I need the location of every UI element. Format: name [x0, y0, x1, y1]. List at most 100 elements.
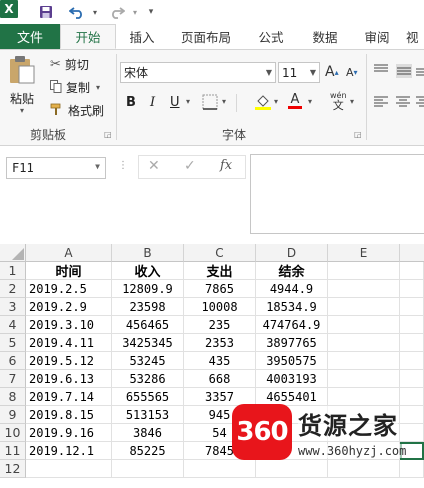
data-cell[interactable]: 2019.7.14 — [26, 388, 112, 406]
row-header-4[interactable]: 4 — [0, 316, 26, 334]
undo-icon[interactable] — [66, 3, 88, 21]
data-cell[interactable]: 2019.5.12 — [26, 352, 112, 370]
column-header-a[interactable]: A — [26, 244, 112, 262]
data-cell[interactable]: 53245 — [112, 352, 184, 370]
row-header-5[interactable]: 5 — [0, 334, 26, 352]
data-cell[interactable]: 235 — [184, 316, 256, 334]
font-size-select[interactable]: 11 ▼ — [278, 62, 320, 83]
data-cell[interactable]: 10008 — [184, 298, 256, 316]
data-cell[interactable]: 7865 — [184, 280, 256, 298]
data-cell[interactable]: 2019.12.1 — [26, 442, 112, 460]
phonetic-guide-icon[interactable]: wén 文 — [330, 92, 347, 112]
header-cell[interactable]: 结余 — [256, 262, 328, 280]
formula-input[interactable] — [250, 154, 424, 234]
save-icon[interactable] — [36, 3, 56, 21]
borders-dropdown-icon[interactable]: ▾ — [222, 97, 226, 106]
copy-dropdown-icon[interactable]: ▾ — [96, 83, 100, 92]
underline-dropdown-icon[interactable]: ▾ — [186, 97, 190, 106]
data-cell[interactable]: 2019.4.11 — [26, 334, 112, 352]
paste-icon[interactable] — [8, 56, 42, 84]
cell[interactable] — [26, 460, 112, 478]
data-cell[interactable]: 2019.3.10 — [26, 316, 112, 334]
cell[interactable] — [112, 460, 184, 478]
data-cell[interactable]: 2019.2.5 — [26, 280, 112, 298]
cell[interactable] — [328, 334, 400, 352]
cell[interactable] — [328, 316, 400, 334]
header-cell[interactable]: 收入 — [112, 262, 184, 280]
column-header-d[interactable]: D — [256, 244, 328, 262]
format-painter-button[interactable]: 格式刷 — [50, 102, 104, 119]
font-color-icon[interactable]: A — [288, 93, 302, 109]
data-cell[interactable]: 3897765 — [256, 334, 328, 352]
borders-icon[interactable] — [202, 94, 218, 110]
cell[interactable] — [400, 262, 424, 280]
redo-icon[interactable] — [106, 3, 128, 21]
cell[interactable] — [400, 370, 424, 388]
data-cell[interactable]: 668 — [184, 370, 256, 388]
header-cell[interactable]: 支出 — [184, 262, 256, 280]
cell[interactable] — [328, 298, 400, 316]
data-cell[interactable]: 513153 — [112, 406, 184, 424]
data-cell[interactable]: 53286 — [112, 370, 184, 388]
column-header-b[interactable]: B — [112, 244, 184, 262]
data-cell[interactable]: 2019.8.15 — [26, 406, 112, 424]
italic-button[interactable]: I — [150, 95, 155, 110]
row-header-11[interactable]: 11 — [0, 442, 26, 460]
fill-color-icon[interactable] — [254, 93, 272, 111]
tab-review[interactable]: 审阅 — [354, 24, 400, 49]
increase-font-size-icon[interactable]: A ▴ — [325, 64, 339, 80]
align-middle-icon[interactable] — [396, 64, 412, 78]
select-all-corner[interactable] — [0, 244, 26, 262]
align-left-icon[interactable] — [374, 96, 388, 108]
data-cell[interactable]: 3846 — [112, 424, 184, 442]
tab-file[interactable]: 文件 — [0, 24, 60, 49]
name-box[interactable]: F11 ▼ — [6, 157, 106, 179]
row-header-6[interactable]: 6 — [0, 352, 26, 370]
data-cell[interactable]: 2019.9.16 — [26, 424, 112, 442]
row-header-12[interactable]: 12 — [0, 460, 26, 478]
data-cell[interactable]: 2353 — [184, 334, 256, 352]
cell[interactable] — [328, 262, 400, 280]
cell[interactable] — [328, 280, 400, 298]
cell[interactable] — [400, 334, 424, 352]
undo-dropdown-icon[interactable]: ▾ — [90, 3, 100, 21]
enter-icon[interactable]: ✓ — [184, 158, 196, 174]
data-cell[interactable]: 85225 — [112, 442, 184, 460]
row-header-8[interactable]: 8 — [0, 388, 26, 406]
underline-button[interactable]: U — [170, 95, 180, 110]
data-cell[interactable]: 3950575 — [256, 352, 328, 370]
data-cell[interactable]: 18534.9 — [256, 298, 328, 316]
tab-formulas[interactable]: 公式 — [248, 24, 294, 49]
font-name-select[interactable]: 宋体 ▼ — [120, 62, 276, 83]
data-cell[interactable]: 655565 — [112, 388, 184, 406]
cell[interactable] — [328, 352, 400, 370]
column-header-e[interactable]: E — [328, 244, 400, 262]
data-cell[interactable]: 435 — [184, 352, 256, 370]
customize-quick-access-icon[interactable]: ▾ — [146, 3, 156, 21]
cell[interactable] — [400, 298, 424, 316]
column-header-c[interactable]: C — [184, 244, 256, 262]
row-header-7[interactable]: 7 — [0, 370, 26, 388]
drag-handle-icon[interactable]: ⋮ — [118, 160, 129, 171]
row-header-9[interactable]: 9 — [0, 406, 26, 424]
cut-button[interactable]: ✂ 剪切 — [50, 56, 89, 73]
decrease-font-size-icon[interactable]: A ▾ — [346, 66, 358, 79]
row-header-10[interactable]: 10 — [0, 424, 26, 442]
align-right-icon[interactable] — [416, 96, 424, 108]
data-cell[interactable]: 456465 — [112, 316, 184, 334]
data-cell[interactable]: 12809.9 — [112, 280, 184, 298]
tab-data[interactable]: 数据 — [302, 24, 348, 49]
cell[interactable] — [400, 316, 424, 334]
bold-button[interactable]: B — [126, 95, 136, 110]
tab-home[interactable]: 开始 — [60, 24, 116, 49]
row-header-2[interactable]: 2 — [0, 280, 26, 298]
data-cell[interactable]: 2019.6.13 — [26, 370, 112, 388]
paste-button[interactable]: 粘贴 — [10, 90, 34, 107]
font-color-dropdown-icon[interactable]: ▾ — [308, 97, 312, 106]
row-header-3[interactable]: 3 — [0, 298, 26, 316]
cell[interactable] — [328, 370, 400, 388]
data-cell[interactable]: 474764.9 — [256, 316, 328, 334]
redo-dropdown-icon[interactable]: ▾ — [130, 3, 140, 21]
align-bottom-icon[interactable] — [416, 64, 424, 76]
row-header-1[interactable]: 1 — [0, 262, 26, 280]
